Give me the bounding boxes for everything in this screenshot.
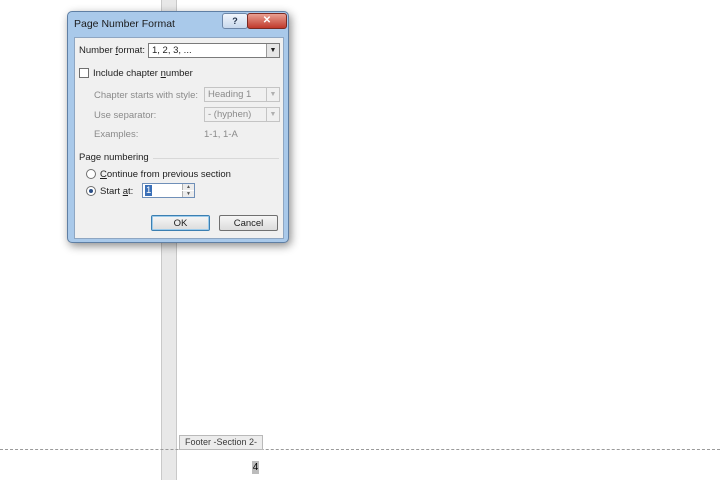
close-button[interactable]: ✕ <box>247 13 287 29</box>
chapter-style-value: Heading 1 <box>208 89 252 100</box>
spin-down-icon[interactable]: ▼ <box>182 191 194 197</box>
dialog-title: Page Number Format <box>74 18 175 30</box>
page-number-format-dialog: Page Number Format ? ✕ Number format: 1,… <box>67 11 289 243</box>
chevron-down-icon: ▼ <box>266 88 279 101</box>
chevron-down-icon: ▼ <box>266 44 279 57</box>
separator-select[interactable]: - (hyphen) ▼ <box>204 107 280 122</box>
section-divider <box>153 158 279 159</box>
number-format-select[interactable]: 1, 2, 3, ... ▼ <box>148 43 280 58</box>
examples-label: Examples: <box>94 129 139 140</box>
continue-label: Continue from previous section <box>100 169 231 180</box>
footer-section-tag: Footer -Section 2- <box>179 435 264 450</box>
footer-boundary-line <box>0 449 720 450</box>
chevron-down-icon: ▼ <box>266 108 279 121</box>
help-button[interactable]: ? <box>222 13 248 29</box>
ok-button[interactable]: OK <box>151 215 210 231</box>
dialog-body: Number format: 1, 2, 3, ... ▼ Include ch… <box>74 37 284 239</box>
start-at-value: 1 <box>145 185 153 196</box>
footer-page-number[interactable]: 4 <box>252 461 259 474</box>
continue-radio[interactable] <box>86 169 96 179</box>
page-numbering-heading: Page numbering <box>79 152 149 163</box>
cancel-button[interactable]: Cancel <box>219 215 278 231</box>
spin-up-icon[interactable]: ▲ <box>182 184 194 190</box>
start-at-label: Start at: <box>100 186 134 197</box>
close-icon: ✕ <box>262 15 272 26</box>
examples-value: 1-1, 1-A <box>204 129 238 140</box>
separator-label: Use separator: <box>94 110 157 121</box>
start-at-radio[interactable] <box>86 186 96 196</box>
include-chapter-label: Include chapter number <box>93 68 193 79</box>
separator-value: - (hyphen) <box>208 109 252 120</box>
include-chapter-checkbox[interactable] <box>79 68 89 78</box>
number-format-label: Number format: <box>79 45 146 56</box>
start-at-stepper[interactable]: 1 ▲ ▼ <box>142 183 195 198</box>
help-icon: ? <box>232 16 238 26</box>
number-format-value: 1, 2, 3, ... <box>152 45 192 56</box>
chapter-style-select[interactable]: Heading 1 ▼ <box>204 87 280 102</box>
chapter-style-label: Chapter starts with style: <box>94 90 199 101</box>
